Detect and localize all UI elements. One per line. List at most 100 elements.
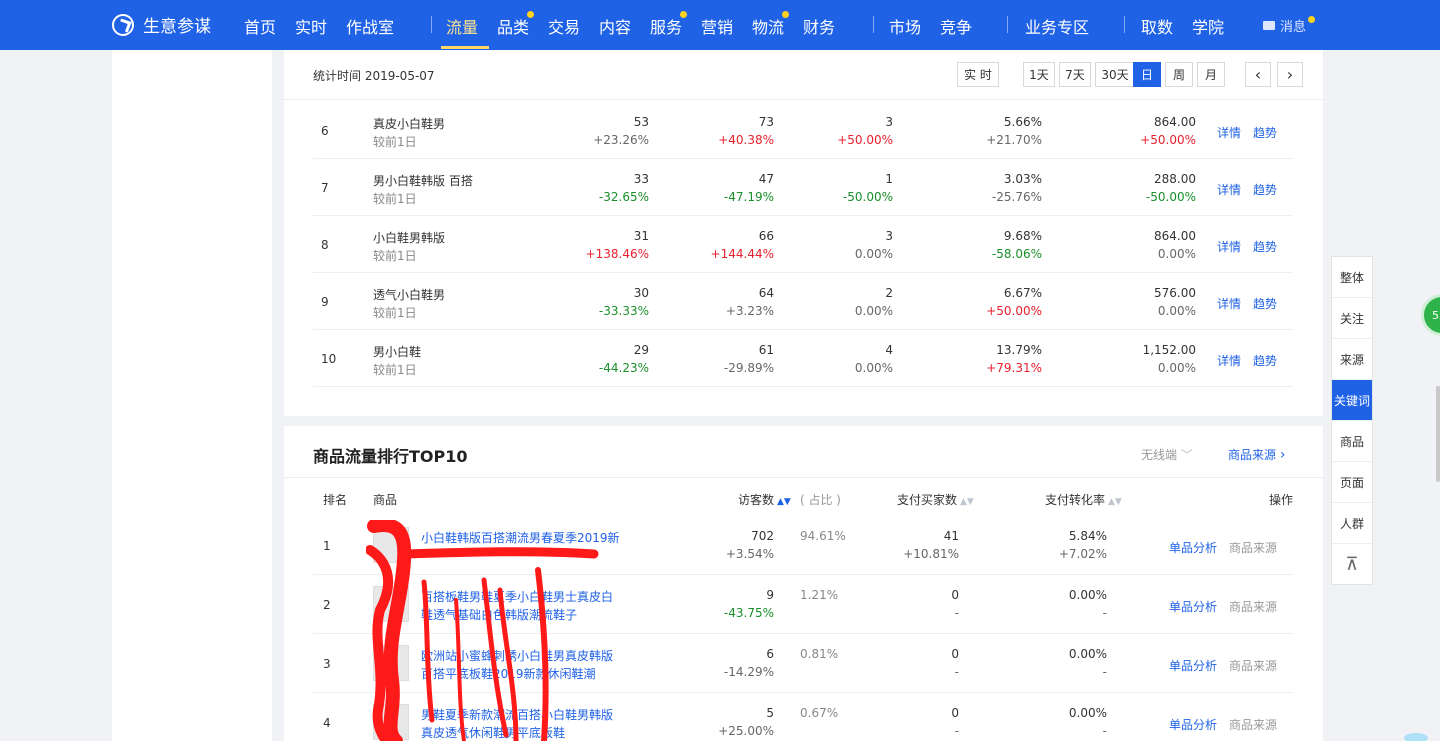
product-source-link[interactable]: 商品来源 › (1228, 446, 1285, 463)
metric-value: 30 (634, 286, 649, 300)
period-button[interactable]: 月 (1197, 62, 1225, 87)
message-dot (1308, 16, 1315, 23)
detail-link[interactable]: 详情 (1217, 352, 1241, 369)
nav-badge-dot (782, 11, 789, 18)
side-nav-item[interactable]: 来源 (1332, 339, 1372, 380)
row-keyword: 小白鞋男韩版 (373, 229, 445, 246)
period-button[interactable]: 7天 (1059, 62, 1091, 87)
period-button[interactable]: 周 (1165, 62, 1193, 87)
visitors-value: 6 (766, 647, 774, 661)
detail-link[interactable]: 详情 (1217, 238, 1241, 255)
nav-item-10[interactable]: 财务 (803, 14, 835, 38)
metric-delta: 0.00% (1158, 304, 1196, 318)
nav-badge-dot (680, 11, 687, 18)
back-to-top-button[interactable]: ⊼ (1332, 544, 1372, 584)
float-badge[interactable]: 53 (1421, 294, 1440, 336)
source-link[interactable]: 商品来源 (1229, 657, 1277, 674)
buyers-delta: - (955, 724, 959, 738)
nav-item-4[interactable]: 品类 (497, 14, 529, 38)
nav-item-11[interactable]: 市场 (889, 14, 921, 38)
metric-value: 53 (634, 115, 649, 129)
side-anchor-nav: 整体关注来源关键词商品页面人群 ⊼ (1331, 256, 1373, 585)
device-select[interactable]: 无线端 ﹀ (1141, 446, 1193, 463)
metric-delta: -33.33% (599, 304, 649, 318)
metric-delta: +144.44% (711, 247, 774, 261)
nav-item-13[interactable]: 业务专区 (1025, 14, 1089, 38)
metric-value: 73 (759, 115, 774, 129)
analysis-link[interactable]: 单品分析 (1169, 539, 1217, 556)
analysis-link[interactable]: 单品分析 (1169, 598, 1217, 615)
nav-separator (1124, 16, 1125, 33)
next-button[interactable]: › (1277, 62, 1303, 87)
device-label: 无线端 (1141, 448, 1177, 462)
side-nav-item[interactable]: 页面 (1332, 462, 1372, 503)
metric-delta: 0.00% (855, 304, 893, 318)
side-nav-item[interactable]: 人群 (1332, 503, 1372, 544)
metric-value: 5.66% (1004, 115, 1042, 129)
metric-value: 66 (759, 229, 774, 243)
nav-item-14[interactable]: 取数 (1141, 14, 1173, 38)
period-button[interactable]: 30天 (1095, 62, 1135, 87)
source-link[interactable]: 商品来源 (1229, 598, 1277, 615)
nav-item-6[interactable]: 内容 (599, 14, 631, 38)
period-button[interactable]: 1天 (1023, 62, 1055, 87)
keyword-rank-card: 统计时间 2019-05-07 实 时1天7天30天日周月‹› 6真皮小白鞋男较… (284, 50, 1323, 416)
visitors-delta: +25.00% (718, 724, 774, 738)
source-link[interactable]: 商品来源 (1229, 539, 1277, 556)
redaction-scribble (366, 520, 606, 741)
sort-icon: ▲▼ (777, 497, 791, 507)
trend-link[interactable]: 趋势 (1253, 352, 1277, 369)
th-conversion[interactable]: 支付转化率▲▼ (1045, 491, 1122, 508)
metric-delta: -25.76% (992, 190, 1042, 204)
nav-item-8[interactable]: 营销 (701, 14, 733, 38)
analysis-link[interactable]: 单品分析 (1169, 716, 1217, 733)
detail-link[interactable]: 详情 (1217, 181, 1241, 198)
th-rank: 排名 (323, 491, 347, 508)
nav-item-0[interactable]: 首页 (244, 14, 276, 38)
detail-link[interactable]: 详情 (1217, 124, 1241, 141)
divider (284, 477, 1323, 478)
side-nav-item[interactable]: 商品 (1332, 421, 1372, 462)
th-buyers[interactable]: 支付买家数▲▼ (897, 491, 974, 508)
nav-item-7[interactable]: 服务 (650, 14, 682, 38)
trend-link[interactable]: 趋势 (1253, 181, 1277, 198)
message-button[interactable]: 消息 (1263, 16, 1313, 35)
chevron-down-icon: ﹀ (1181, 448, 1193, 462)
nav-item-5[interactable]: 交易 (548, 14, 580, 38)
nav-item-9[interactable]: 物流 (752, 14, 784, 38)
trend-link[interactable]: 趋势 (1253, 124, 1277, 141)
nav-item-3[interactable]: 流量 (446, 14, 478, 38)
side-nav-item[interactable]: 关注 (1332, 298, 1372, 339)
nav-item-15[interactable]: 学院 (1192, 14, 1224, 38)
table-row: 9透气小白鞋男较前1日30-33.33%64+3.23%20.00%6.67%+… (313, 273, 1293, 330)
visitors-value: 9 (766, 588, 774, 602)
metric-delta: +3.23% (726, 304, 774, 318)
th-conversion-label: 支付转化率 (1045, 493, 1105, 507)
period-button[interactable]: 实 时 (957, 62, 999, 87)
source-link[interactable]: 商品来源 (1229, 716, 1277, 733)
nav-item-2[interactable]: 作战室 (346, 14, 394, 38)
nav-item-12[interactable]: 竞争 (940, 14, 972, 38)
row-rank: 6 (321, 124, 329, 138)
metric-value: 288.00 (1154, 172, 1196, 186)
metric-value: 13.79% (996, 343, 1042, 357)
analysis-link[interactable]: 单品分析 (1169, 657, 1217, 674)
prev-button[interactable]: ‹ (1245, 62, 1271, 87)
trend-link[interactable]: 趋势 (1253, 238, 1277, 255)
metric-value: 3.03% (1004, 172, 1042, 186)
conversion-delta: - (1103, 724, 1107, 738)
page-scrollbar[interactable] (1436, 386, 1440, 482)
row-rank: 10 (321, 352, 336, 366)
logo[interactable]: 生意参谋 (112, 12, 211, 37)
detail-link[interactable]: 详情 (1217, 295, 1241, 312)
period-button[interactable]: 日 (1133, 62, 1161, 87)
row-compare: 较前1日 (373, 304, 417, 321)
metric-delta: -47.19% (724, 190, 774, 204)
side-nav-item[interactable]: 整体 (1332, 257, 1372, 298)
side-nav-item[interactable]: 关键词 (1332, 380, 1372, 421)
trend-link[interactable]: 趋势 (1253, 295, 1277, 312)
th-visitors[interactable]: 访客数▲▼ (738, 491, 791, 508)
metric-value: 61 (759, 343, 774, 357)
nav-item-1[interactable]: 实时 (295, 14, 327, 38)
metric-value: 6.67% (1004, 286, 1042, 300)
